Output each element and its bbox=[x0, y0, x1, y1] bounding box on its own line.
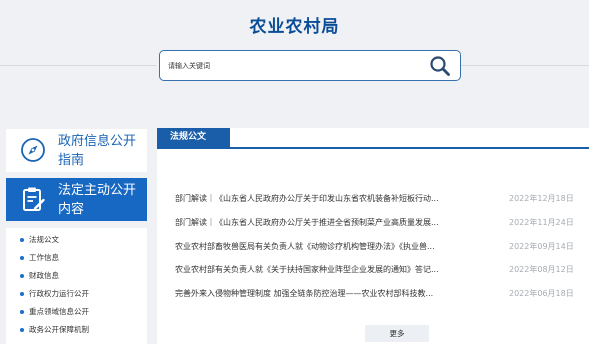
clipboard-edit-icon bbox=[20, 186, 46, 212]
list-item[interactable]: 农业农村部畜牧兽医局有关负责人就《动物诊疗机构管理办法》《执业兽... 2022… bbox=[175, 235, 579, 259]
nav-card-label: 政府信息公开指南 bbox=[58, 134, 137, 168]
more-button[interactable]: 更多 bbox=[365, 325, 429, 342]
sub-menu-item-work-info[interactable]: 工作信息 bbox=[6, 249, 147, 267]
article-title[interactable]: 农业农村部畜牧兽医局有关负责人就《动物诊疗机构管理办法》《执业兽... bbox=[175, 235, 493, 259]
sub-menu-item-regulations[interactable]: 法规公文 bbox=[6, 231, 147, 249]
article-title[interactable]: 部门解读｜《山东省人民政府办公厅关于推进全省预制菜产业高质量发展... bbox=[175, 211, 493, 235]
article-date: 2022年09月14日 bbox=[509, 241, 574, 251]
nav-card-label: 法定主动公开内容 bbox=[58, 183, 137, 217]
sub-menu-item-admin-power[interactable]: 行政权力运行公开 bbox=[6, 285, 147, 303]
article-date: 2022年11月24日 bbox=[509, 217, 574, 227]
article-date: 2022年06月18日 bbox=[509, 289, 574, 299]
list-item[interactable]: 完善外来入侵物种管理制度 加强全链条防控治理——农业农村部科技教... 2022… bbox=[175, 282, 579, 306]
search-icon[interactable] bbox=[428, 54, 452, 78]
sub-menu: 法规公文 工作信息 财政信息 行政权力运行公开 重点领域信息公开 政务公开保障机… bbox=[6, 228, 147, 344]
nav-card-gov-info-guide[interactable]: 政府信息公开指南 bbox=[6, 129, 147, 172]
article-title[interactable]: 部门解读｜《山东省人民政府办公厅关于印发山东省农机装备补短板行动... bbox=[175, 187, 493, 211]
nav-card-statutory-disclosure[interactable]: 法定主动公开内容 bbox=[6, 178, 147, 221]
panel-header: 法规公文 bbox=[157, 128, 589, 149]
search-box bbox=[159, 50, 461, 81]
header-divider-right bbox=[461, 65, 589, 66]
sub-menu-item-key-areas[interactable]: 重点领域信息公开 bbox=[6, 303, 147, 321]
compass-icon bbox=[20, 137, 46, 163]
sub-menu-item-guarantee[interactable]: 政务公开保障机制 bbox=[6, 321, 147, 339]
main-panel: 法规公文 部门解读｜《山东省人民政府办公厅关于印发山东省农机装备补短板行动...… bbox=[157, 128, 589, 344]
sub-menu-item-finance-info[interactable]: 财政信息 bbox=[6, 267, 147, 285]
header-divider-left bbox=[0, 65, 156, 66]
article-date: 2022年12月18日 bbox=[509, 194, 574, 203]
list-item[interactable]: 农业农村部有关负责人就《关于扶持国家种业阵型企业发展的通知》答记... 2022… bbox=[175, 258, 579, 282]
article-date: 2022年08月12日 bbox=[509, 265, 574, 275]
list-item[interactable]: 部门解读｜《山东省人民政府办公厅关于推进全省预制菜产业高质量发展... 2022… bbox=[175, 211, 579, 235]
article-list: 部门解读｜《山东省人民政府办公厅关于印发山东省农机装备补短板行动... 2022… bbox=[175, 187, 579, 306]
article-title[interactable]: 完善外来入侵物种管理制度 加强全链条防控治理——农业农村部科技教... bbox=[175, 282, 493, 306]
article-title[interactable]: 农业农村部有关负责人就《关于扶持国家种业阵型企业发展的通知》答记... bbox=[175, 258, 493, 282]
section-title[interactable]: 法规公文 bbox=[157, 128, 230, 147]
search-input[interactable] bbox=[168, 56, 418, 76]
site-title: 农业农村局 bbox=[249, 17, 340, 37]
list-item[interactable]: 部门解读｜《山东省人民政府办公厅关于印发山东省农机装备补短板行动... 2022… bbox=[175, 187, 579, 211]
